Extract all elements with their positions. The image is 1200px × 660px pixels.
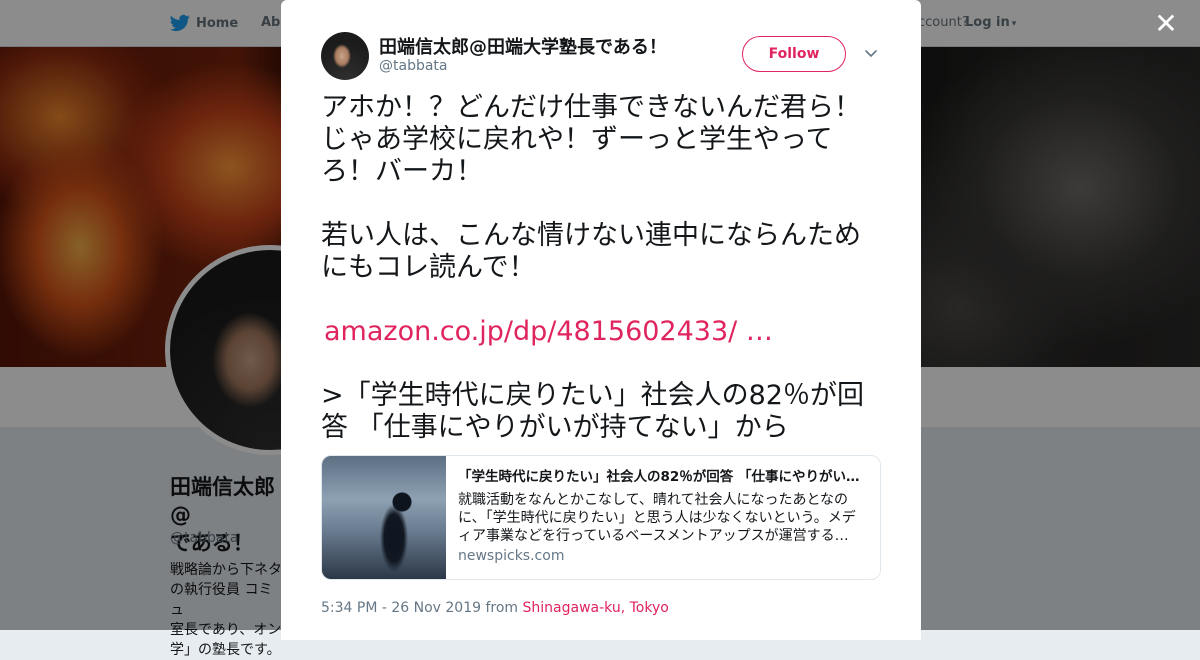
card-title: 「学生時代に戻りたい」社会人の82％が回答 「仕事にやりがいが持てない」から <box>458 469 868 485</box>
tweet-text: アホか！？どんだけ仕事できないんだ君ら！じゃあ学校に戻れや！ずーっと学生やってろ… <box>321 92 886 444</box>
card-thumbnail-image <box>322 456 446 579</box>
tweet-paragraph: >「学生時代に戻りたい」社会人の82％が回答 「仕事にやりがいが持てない」から <box>321 380 864 443</box>
author-handle[interactable]: @tabbata <box>379 58 448 74</box>
author-avatar[interactable] <box>321 32 369 80</box>
close-icon[interactable]: ✕ <box>1151 9 1181 39</box>
card-description: 就職活動をなんとかこなして、晴れて社会人になったあとなのに、「学生時代に戻りたい… <box>458 492 856 544</box>
tweet-timestamp[interactable]: 5:34 PM - 26 Nov 2019 from <box>321 600 523 616</box>
tweet-metadata: 5:34 PM - 26 Nov 2019 from Shinagawa-ku,… <box>321 600 669 616</box>
author-name[interactable]: 田端信太郎@田端大学塾長である！ <box>379 33 667 59</box>
follow-button[interactable]: Follow <box>742 36 846 72</box>
tweet-modal: 田端信太郎@田端大学塾長である！ @tabbata Follow アホか！？どん… <box>281 0 921 640</box>
tweet-paragraph: アホか！？どんだけ仕事できないんだ君ら！じゃあ学校に戻れや！ずーっと学生やってろ… <box>321 92 861 187</box>
tweet-link[interactable]: amazon.co.jp/dp/4815602433/ … <box>321 316 773 347</box>
chevron-down-icon[interactable] <box>863 45 879 61</box>
tweet-location[interactable]: Shinagawa-ku, Tokyo <box>523 600 669 616</box>
link-preview-card[interactable]: 「学生時代に戻りたい」社会人の82％が回答 「仕事にやりがいが持てない」から 就… <box>321 455 881 580</box>
tweet-paragraph: 若い人は、こんな情けない連中にならんためにもコレ読んで！ <box>321 220 861 283</box>
card-domain: newspicks.com <box>458 548 565 564</box>
